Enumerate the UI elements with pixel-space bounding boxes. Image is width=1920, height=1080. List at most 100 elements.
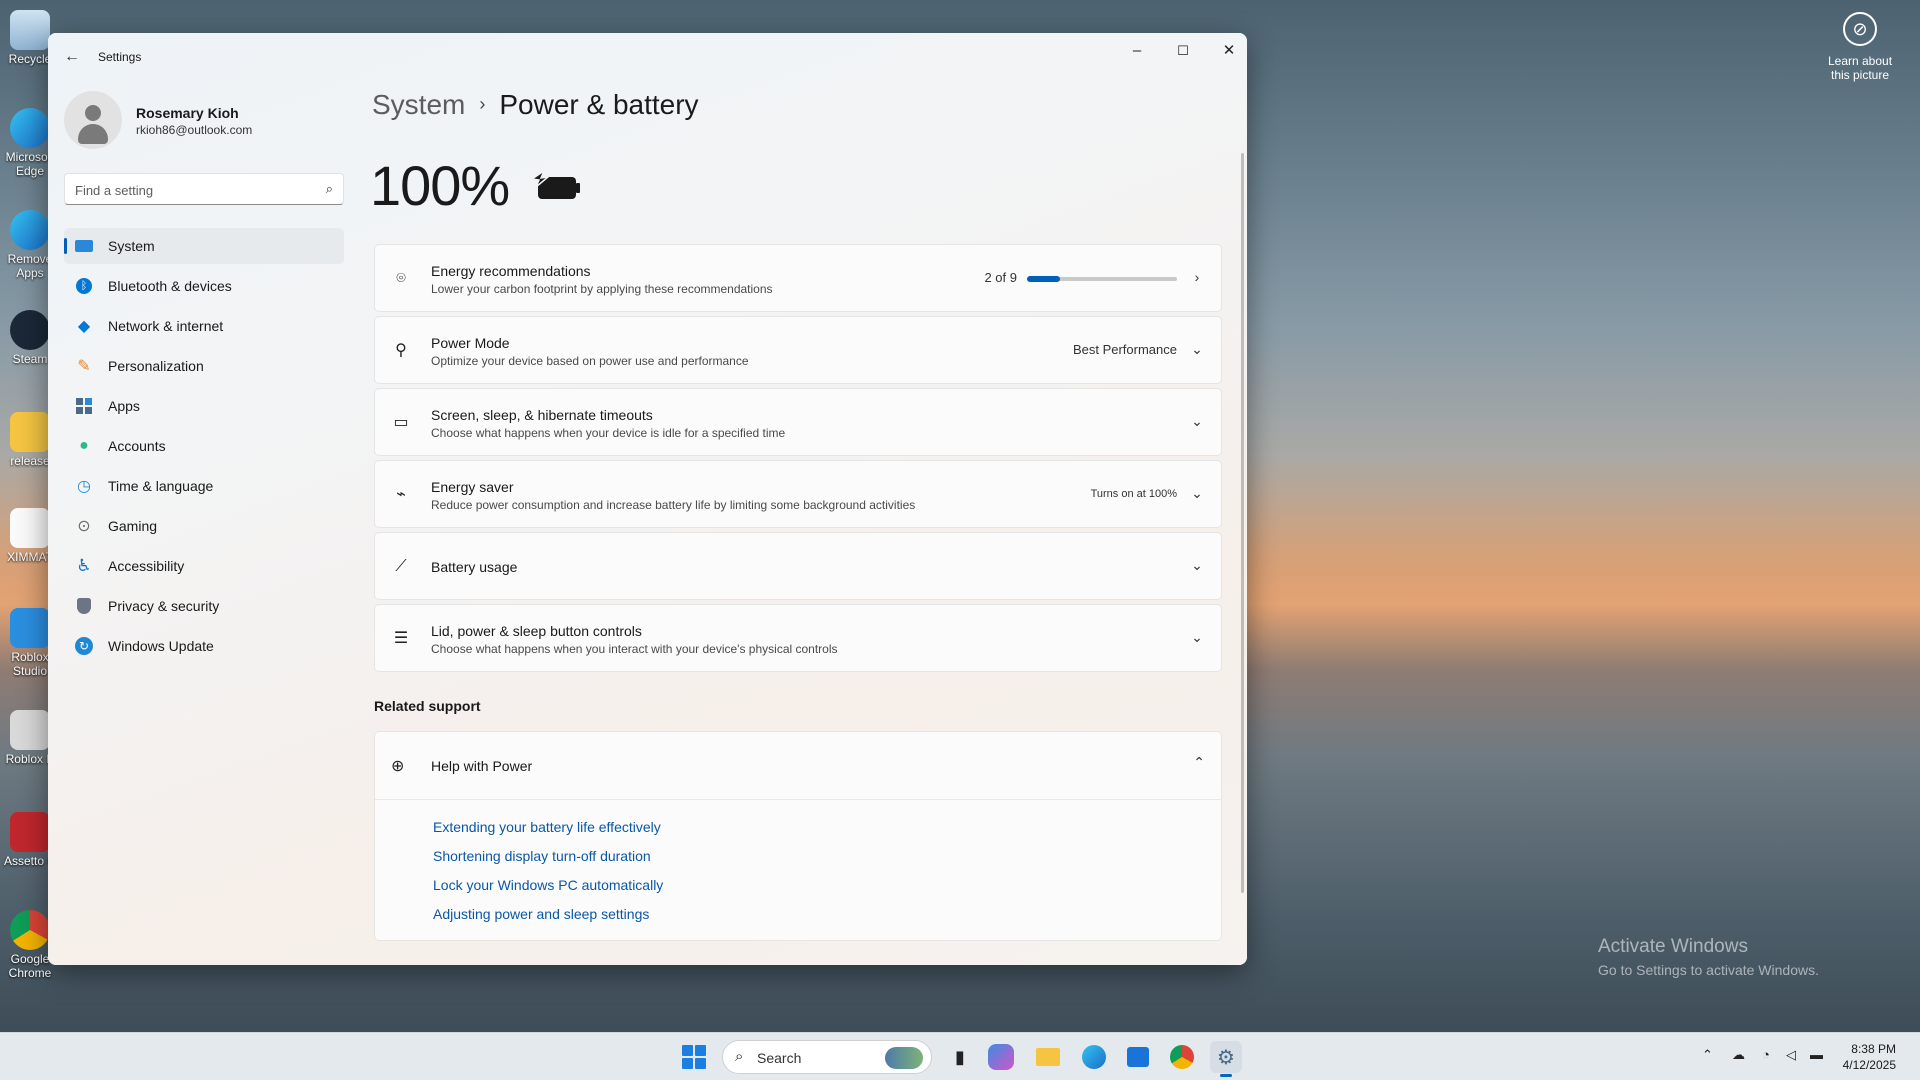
power-settings-cards: ⌾ Energy recommendations Lower your carb… xyxy=(374,244,1222,676)
file-icon xyxy=(10,508,50,548)
settings-window: ← Settings – ☐ ✕ Rosemary Kioh rkioh86@o… xyxy=(48,33,1247,965)
help-with-power-header[interactable]: ⊕ Help with Power ⌃ xyxy=(375,732,1221,800)
chevron-down-icon: ⌄ xyxy=(1191,557,1203,573)
page-title: Power & battery xyxy=(499,89,699,120)
roblox-icon xyxy=(10,710,50,750)
nav-item-accounts[interactable]: ● Accounts xyxy=(64,428,344,464)
system-icon xyxy=(74,236,94,256)
chrome-icon xyxy=(10,910,50,950)
search-icon: ⌕ xyxy=(735,1048,744,1065)
minimize-button[interactable]: – xyxy=(1119,39,1155,63)
start-button[interactable] xyxy=(682,1045,706,1069)
nav-item-gaming[interactable]: ⊙ Gaming xyxy=(64,508,344,544)
lid-power-card[interactable]: ☰ Lid, power & sleep button controls Cho… xyxy=(374,604,1222,672)
update-icon: ↻ xyxy=(74,636,94,656)
battery-usage-card[interactable]: ⟋ Battery usage ⌄ xyxy=(374,532,1222,600)
power-mode-value[interactable]: Best Performance xyxy=(1073,342,1177,357)
copilot-icon[interactable] xyxy=(988,1044,1014,1070)
search-icon: ⌕ xyxy=(325,181,333,196)
user-profile[interactable]: Rosemary Kioh rkioh86@outlook.com xyxy=(64,91,344,151)
title-bar: ← Settings – ☐ ✕ xyxy=(48,33,1247,81)
volume-icon[interactable]: ◁ xyxy=(1786,1047,1796,1063)
nav-item-windows-update[interactable]: ↻ Windows Update xyxy=(64,628,344,664)
list-controls-icon: ☰ xyxy=(393,630,409,647)
nav-item-personalization[interactable]: ✎ Personalization xyxy=(64,348,344,384)
breadcrumb-system[interactable]: System xyxy=(372,89,465,120)
store-icon[interactable] xyxy=(1122,1041,1154,1073)
bluetooth-icon: ᛒ xyxy=(74,276,94,296)
chevron-up-icon[interactable]: ⌃ xyxy=(1702,1047,1713,1063)
back-arrow-icon: ← xyxy=(64,48,80,65)
window-title: Settings xyxy=(98,50,142,64)
chevron-down-icon: ⌄ xyxy=(1191,629,1203,645)
profile-name: Rosemary Kioh xyxy=(136,105,239,121)
chevron-right-icon: › xyxy=(1194,269,1200,285)
battery-percentage: 100% xyxy=(370,154,510,217)
recycle-bin-icon xyxy=(10,10,50,50)
edge-icon xyxy=(10,108,50,148)
nav-item-time-language[interactable]: ◷ Time & language xyxy=(64,468,344,504)
help-link-lock-pc[interactable]: Lock your Windows PC automatically xyxy=(433,877,663,906)
chevron-down-icon: ⌄ xyxy=(1191,485,1203,501)
help-link-battery-life[interactable]: Extending your battery life effectively xyxy=(433,819,663,848)
power-mode-card[interactable]: ⚲ Power Mode Optimize your device based … xyxy=(374,316,1222,384)
wifi-icon[interactable]: ◔ xyxy=(1762,1047,1770,1062)
chevron-right-icon: › xyxy=(479,94,486,114)
folder-icon[interactable] xyxy=(1032,1041,1064,1073)
recommendations-progress xyxy=(1027,276,1177,282)
clock[interactable]: 8:38 PM 4/12/2025 xyxy=(1843,1041,1896,1073)
chevron-down-icon: ⌄ xyxy=(1191,413,1203,429)
shield-icon xyxy=(74,596,94,616)
search-input[interactable] xyxy=(75,180,305,200)
activate-windows-watermark: Activate Windows Go to Settings to activ… xyxy=(1598,936,1819,978)
energy-saver-value: Turns on at 100% xyxy=(1090,488,1177,500)
back-button[interactable]: ← xyxy=(62,47,82,67)
nav-item-accessibility[interactable]: ♿ Accessibility xyxy=(64,548,344,584)
globe-icon: ⊕ xyxy=(391,758,405,775)
settings-icon[interactable]: ⚙ xyxy=(1210,1041,1242,1077)
settings-nav: System ᛒ Bluetooth & devices ◆ Network &… xyxy=(64,228,344,668)
nav-item-apps[interactable]: Apps xyxy=(64,388,344,424)
onedrive-icon[interactable]: ☁ xyxy=(1732,1047,1745,1063)
energy-saver-icon: ⌁ xyxy=(396,486,406,503)
scrollbar[interactable] xyxy=(1241,153,1244,893)
activate-title: Activate Windows xyxy=(1598,936,1748,957)
edge-icon[interactable] xyxy=(1078,1041,1110,1073)
related-support-heading: Related support xyxy=(374,698,481,714)
file-explorer-dark-icon[interactable]: ▮ xyxy=(944,1041,976,1073)
nav-item-network[interactable]: ◆ Network & internet xyxy=(64,308,344,344)
accessibility-icon: ♿ xyxy=(76,556,92,575)
learn-about-picture[interactable]: ⊘ Learn about this picture xyxy=(1820,12,1900,82)
assetto-icon xyxy=(10,812,50,852)
help-with-power-card: ⊕ Help with Power ⌃ Extending your batte… xyxy=(374,731,1222,941)
screen-sleep-card[interactable]: ▭ Screen, sleep, & hibernate timeouts Ch… xyxy=(374,388,1222,456)
help-link-power-sleep[interactable]: Adjusting power and sleep settings xyxy=(433,906,663,935)
maximize-button[interactable]: ☐ xyxy=(1165,39,1201,63)
nav-item-system[interactable]: System xyxy=(64,228,344,264)
brush-icon: ✎ xyxy=(77,358,91,375)
clock-globe-icon: ◷ xyxy=(77,478,91,495)
profile-email: rkioh86@outlook.com xyxy=(136,123,253,137)
search-highlight-icon xyxy=(885,1047,923,1069)
find-setting-search[interactable]: ⌕ xyxy=(64,173,344,205)
camera-icon: ⊘ xyxy=(1843,12,1877,46)
breadcrumb: System › Power & battery xyxy=(372,89,699,121)
help-link-display-turn-off[interactable]: Shortening display turn-off duration xyxy=(433,848,663,877)
close-button[interactable]: ✕ xyxy=(1211,39,1247,63)
taskbar-search[interactable]: ⌕ Search xyxy=(722,1040,932,1074)
battery-icon[interactable]: ▬ xyxy=(1810,1047,1823,1062)
battery-charging-icon xyxy=(530,169,580,199)
help-links: Extending your battery life effectively … xyxy=(433,819,663,935)
energy-recommendations-card[interactable]: ⌾ Energy recommendations Lower your carb… xyxy=(374,244,1222,312)
accounts-icon: ● xyxy=(79,437,89,454)
chevron-down-icon: ⌄ xyxy=(1191,341,1203,357)
apps-icon xyxy=(74,396,94,416)
screen-sleep-icon: ▭ xyxy=(393,414,409,431)
energy-saver-card[interactable]: ⌁ Energy saver Reduce power consumption … xyxy=(374,460,1222,528)
wifi-icon: ◆ xyxy=(77,318,91,335)
chevron-up-icon: ⌃ xyxy=(1193,754,1205,770)
leaf-icon: ⌾ xyxy=(396,270,406,287)
nav-item-privacy[interactable]: Privacy & security xyxy=(64,588,344,624)
nav-item-bluetooth[interactable]: ᛒ Bluetooth & devices xyxy=(64,268,344,304)
chrome-icon[interactable] xyxy=(1166,1041,1198,1073)
